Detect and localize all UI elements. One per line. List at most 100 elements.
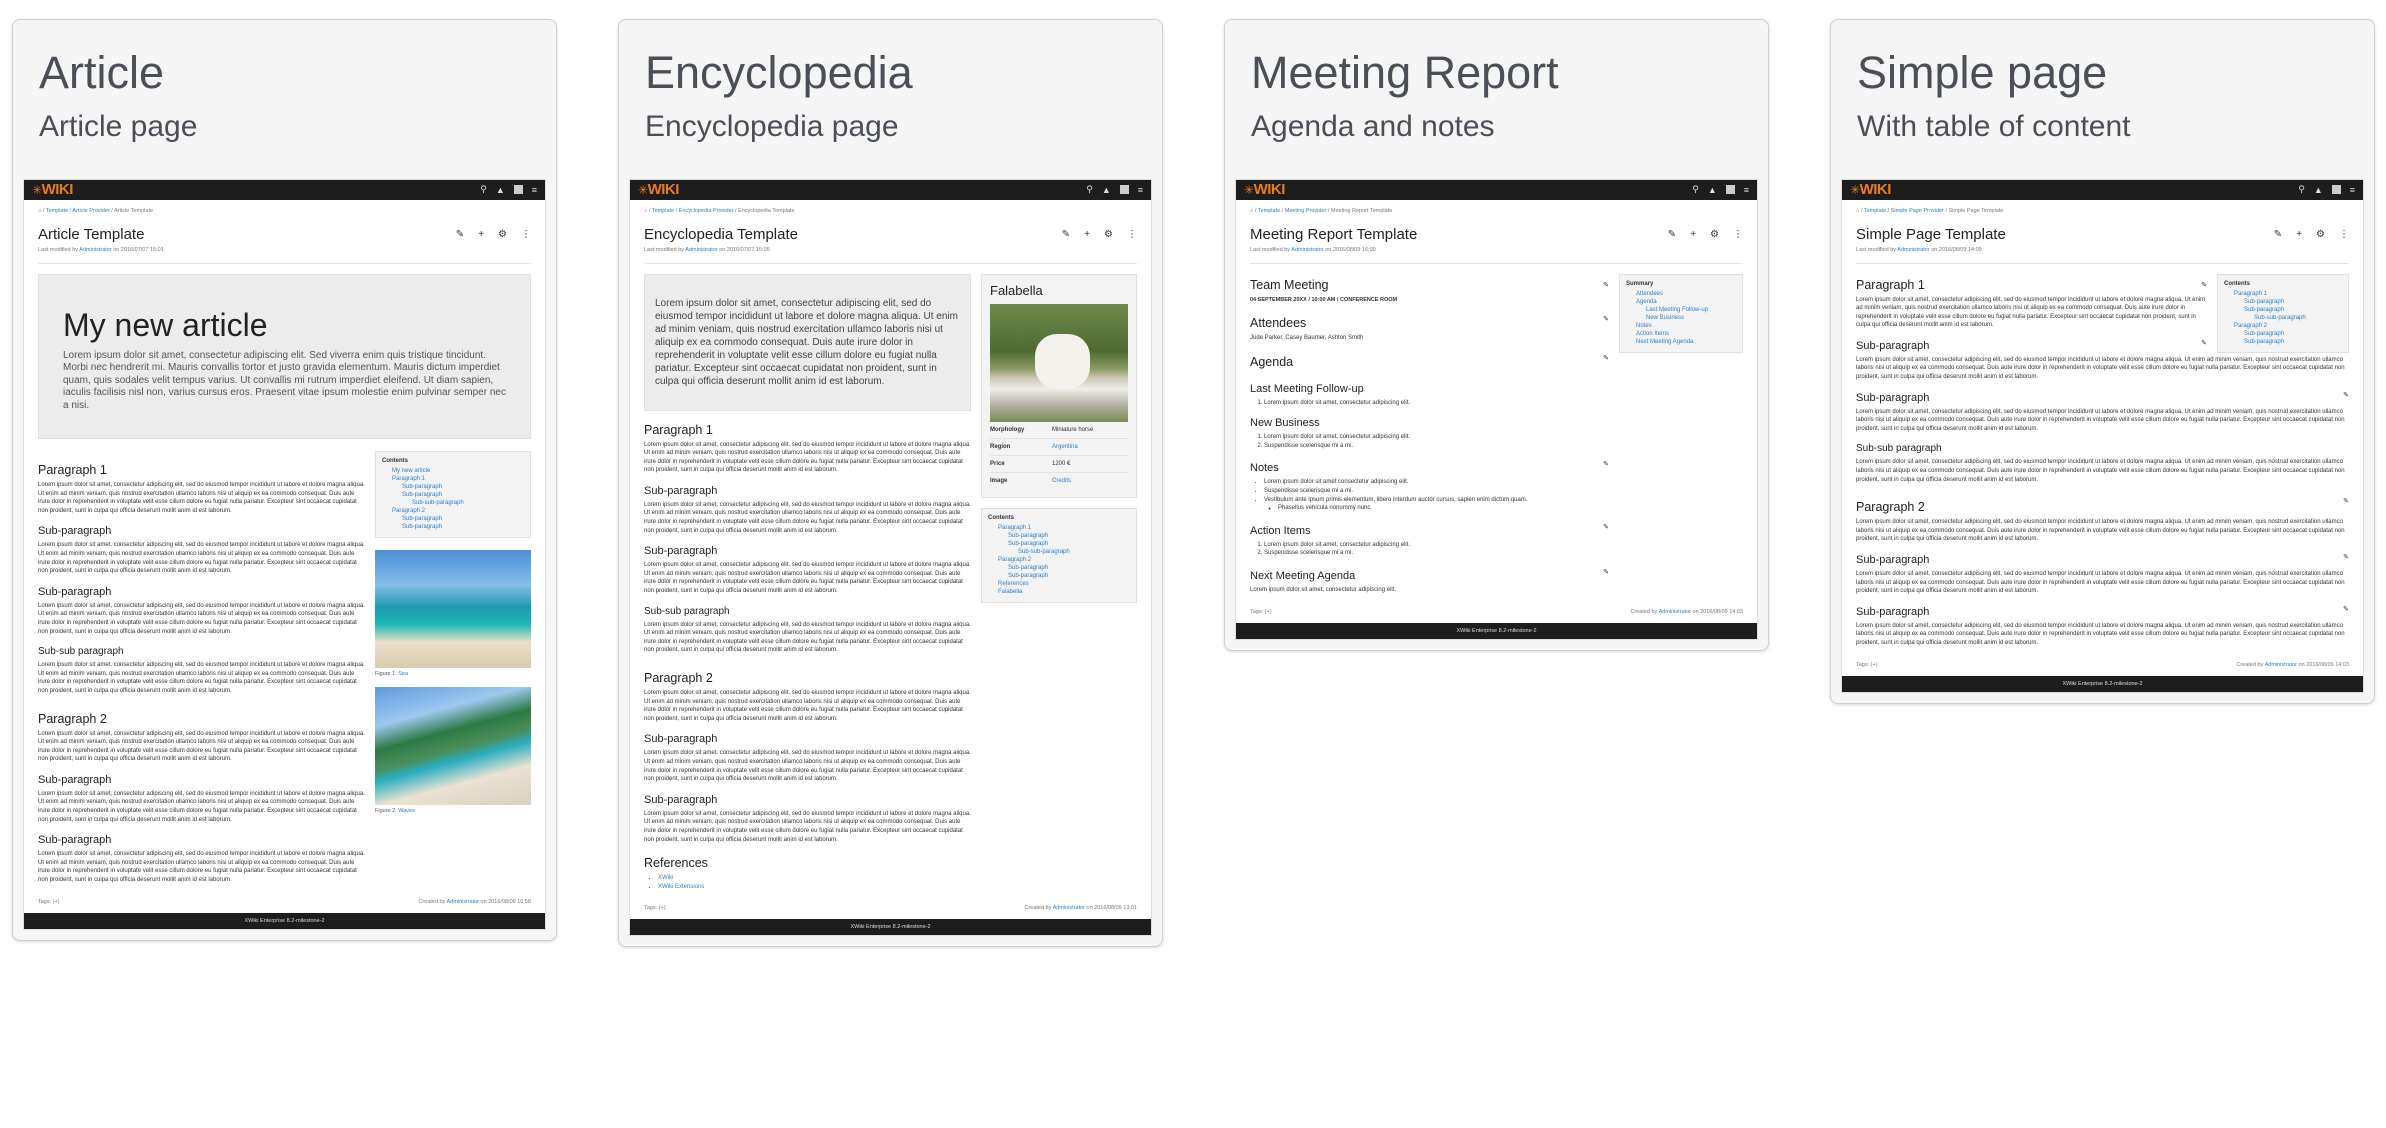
- heading: Action Items: [1250, 524, 1311, 537]
- edit-section-icon[interactable]: ✎: [2201, 339, 2207, 347]
- figure-caption: Figure 2: Waves: [375, 808, 415, 814]
- page-title: Article Template: [38, 225, 145, 243]
- edit-section-icon[interactable]: ✎: [2343, 391, 2349, 399]
- toc-box: Contents Paragraph 1 Sub-paragraph Sub-p…: [2217, 273, 2349, 353]
- bell-icon: ▲: [495, 184, 505, 195]
- toc-link[interactable]: My new article: [392, 467, 524, 475]
- edit-section-icon[interactable]: ✎: [1603, 460, 1609, 468]
- xwiki-logo: ✳WIKI: [32, 181, 73, 198]
- toc-link[interactable]: Sub-paragraph: [2244, 298, 2342, 306]
- more-icon: ⋮: [2339, 228, 2349, 240]
- edit-section-icon[interactable]: ✎: [1603, 523, 1609, 531]
- toc-link[interactable]: Sub-paragraph: [402, 483, 524, 491]
- toc-link[interactable]: New Business: [1646, 314, 1736, 322]
- toc-link[interactable]: Sub-paragraph: [402, 491, 524, 499]
- add-icon: +: [2296, 228, 2303, 240]
- template-card-article[interactable]: Article Article page ✳WIKI ⚲ ▲ ≡ ⌂ / Templ…: [12, 19, 557, 941]
- heading: Sub-paragraph: [38, 773, 112, 786]
- edit-section-icon[interactable]: ✎: [1603, 281, 1609, 289]
- toc-link[interactable]: References: [998, 580, 1130, 588]
- page-footer: Tags: (+) Created by Administrator on 201…: [644, 905, 1137, 912]
- paragraph: Lorem ipsum dolor sit amet, consectetur …: [644, 690, 971, 722]
- heading: Agenda: [1250, 354, 1294, 369]
- toc-link[interactable]: Sub-sub-paragraph: [412, 499, 524, 507]
- edit-icon: ✎: [455, 228, 465, 240]
- heading: New Business: [1250, 417, 1320, 430]
- toc-link[interactable]: Attendees: [1636, 290, 1736, 298]
- heading: Sub-sub paragraph: [38, 646, 124, 658]
- edit-section-icon[interactable]: ✎: [2343, 605, 2349, 613]
- toc-link[interactable]: Action Items: [1636, 330, 1736, 338]
- gear-icon: ⚙: [2316, 228, 2325, 240]
- edit-section-icon[interactable]: ✎: [1603, 315, 1609, 323]
- paragraph: Lorem ipsum dolor sit amet, consectetur …: [38, 851, 365, 884]
- toc-link[interactable]: Sub-paragraph: [2244, 306, 2342, 314]
- toc-link[interactable]: Sub-sub-paragraph: [2254, 314, 2342, 322]
- toc-link[interactable]: Sub-paragraph: [1008, 532, 1130, 540]
- gear-icon: ⚙: [1104, 228, 1113, 240]
- preview-screenshot: ✳WIKI ⚲ ▲ ≡ ⌂ / Template / Meeting Provide…: [1235, 178, 1758, 640]
- toc-link[interactable]: Paragraph 1: [392, 475, 524, 483]
- heading: Last Meeting Follow-up: [1250, 382, 1364, 395]
- search-icon: ⚲: [1692, 184, 1699, 194]
- paragraph: Lorem ipsum dolor sit amet, consectetur …: [1856, 571, 2345, 595]
- xwiki-logo: ✳WIKI: [638, 181, 679, 198]
- heading: Paragraph 2: [1856, 500, 1925, 515]
- toc-link[interactable]: Paragraph 1: [998, 524, 1130, 532]
- toc-link[interactable]: Paragraph 1: [2234, 290, 2342, 298]
- toc-link[interactable]: Notes: [1636, 322, 1736, 330]
- paragraph: Lorem ipsum dolor sit amet, consectetur …: [38, 542, 365, 575]
- heading: Sub-paragraph: [38, 525, 112, 538]
- add-icon: +: [1690, 228, 1697, 240]
- horse-image: [990, 303, 1128, 422]
- heading: Sub-paragraph: [644, 545, 718, 558]
- paragraph: Lorem ipsum dolor sit amet, consectetur …: [1856, 519, 2345, 543]
- toc-link[interactable]: Sub-sub-paragraph: [1018, 548, 1130, 556]
- menu-icon: ≡: [1137, 184, 1143, 195]
- toc-link[interactable]: Falabella: [998, 588, 1130, 596]
- toc-link[interactable]: Paragraph 2: [2234, 322, 2342, 330]
- edit-section-icon[interactable]: ✎: [2201, 281, 2207, 289]
- breadcrumb: ⌂ / Template / Meeting Provider / Meetin…: [1250, 207, 1393, 214]
- card-subtitle: Encyclopedia page: [645, 109, 899, 143]
- breadcrumb: ⌂ / Template / Simple Page Provider / Si…: [1856, 207, 2004, 214]
- toc-link[interactable]: Next Meeting Agenda: [1636, 338, 1736, 346]
- reference-link[interactable]: XWiki Extensions: [658, 884, 704, 890]
- heading: Sub-paragraph: [1856, 554, 1930, 566]
- edit-section-icon[interactable]: ✎: [2343, 553, 2349, 561]
- toc-link[interactable]: Sub-paragraph: [1008, 540, 1130, 548]
- card-title: Simple page: [1857, 47, 2108, 98]
- edit-section-icon[interactable]: ✎: [1603, 354, 1609, 362]
- card-title: Article: [39, 47, 165, 98]
- wiki-topbar: ✳WIKI ⚲ ▲ ≡: [630, 179, 1151, 200]
- wiki-footer: XWiki Enterprise 8.2-milestone-2: [24, 912, 545, 929]
- toc-link[interactable]: Sub-paragraph: [1008, 572, 1130, 580]
- toc-link[interactable]: Sub-paragraph: [2244, 330, 2342, 338]
- template-card-simple-page[interactable]: Simple page With table of content ✳WIKI …: [1830, 19, 2375, 704]
- template-card-encyclopedia[interactable]: Encyclopedia Encyclopedia page ✳WIKI ⚲ ▲ ≡…: [618, 19, 1163, 948]
- meeting-date: 04 SEPTEMBER 20XX / 10:00 AM / CONFERENC…: [1250, 296, 1398, 303]
- paragraph: Lorem ipsum dolor sit amet, consectetur …: [644, 750, 971, 783]
- edit-section-icon[interactable]: ✎: [1603, 568, 1609, 576]
- hero-text: Lorem ipsum dolor sit amet, consectetur …: [63, 349, 506, 411]
- infobox-title: Falabella: [990, 282, 1043, 298]
- avatar: [1119, 185, 1129, 194]
- heading: References: [644, 856, 708, 871]
- toc-link[interactable]: Sub-paragraph: [402, 523, 524, 531]
- toc-link[interactable]: Sub-paragraph: [402, 515, 524, 523]
- toc-link[interactable]: Sub-paragraph: [2244, 338, 2342, 346]
- toc-link[interactable]: Sub-paragraph: [1008, 564, 1130, 572]
- toc-link[interactable]: Paragraph 2: [998, 556, 1130, 564]
- heading: Sub-sub paragraph: [644, 605, 730, 617]
- edit-section-icon[interactable]: ✎: [2343, 497, 2349, 505]
- wiki-footer: XWiki Enterprise 8.2-milestone-2: [1842, 675, 2363, 692]
- preview-screenshot: ✳WIKI ⚲ ▲ ≡ ⌂ / Template / Article Provide…: [23, 178, 546, 930]
- toc-link[interactable]: Paragraph 2: [392, 507, 524, 515]
- bell-icon: ▲: [1707, 184, 1717, 195]
- reference-link[interactable]: XWiki: [658, 875, 673, 881]
- template-card-meeting-report[interactable]: Meeting Report Agenda and notes ✳WIKI ⚲ ▲…: [1224, 19, 1769, 651]
- page-footer: Tags: (+) Created by Administrator on 201…: [1250, 608, 1743, 615]
- toc-link[interactable]: Last Meeting Follow-up: [1646, 306, 1736, 314]
- toc-link[interactable]: Agenda: [1636, 298, 1736, 306]
- heading: Sub-paragraph: [1856, 339, 1930, 352]
